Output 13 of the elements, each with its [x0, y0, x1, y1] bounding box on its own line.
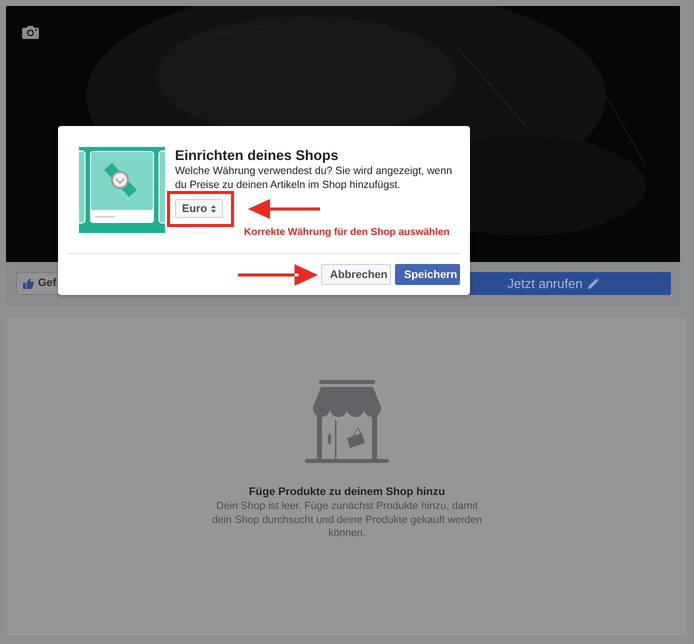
- empty-shop-heading: Füge Produkte zu deinem Shop hinzu: [248, 486, 446, 498]
- annotation-text: Korrekte Währung für den Shop auswählen: [244, 227, 451, 238]
- camera-icon[interactable]: [22, 25, 39, 39]
- closed-store-icon: [305, 380, 389, 464]
- empty-shop-text: Dein Shop ist leer. Füge zunächst Produkte hinzu, damit dein Shop durchsucht und deine Produkte gekauft werden können.: [210, 500, 484, 540]
- pencil-icon: [588, 278, 599, 288]
- currency-select[interactable]: Euro: [175, 199, 224, 218]
- cancel-button[interactable]: Abbrechen: [321, 264, 391, 285]
- dialog-description: Welche Währung verwendest du? Sie wird angezeigt, wenn du Preise zu deinen Artikeln im Shop hinzufügst.: [175, 164, 454, 192]
- save-button[interactable]: Speichern: [395, 264, 460, 285]
- up-down-caret-icon: [211, 204, 216, 212]
- thumbs-up-icon: [23, 278, 34, 288]
- dialog-title: Einrichten deines Shops: [175, 147, 340, 163]
